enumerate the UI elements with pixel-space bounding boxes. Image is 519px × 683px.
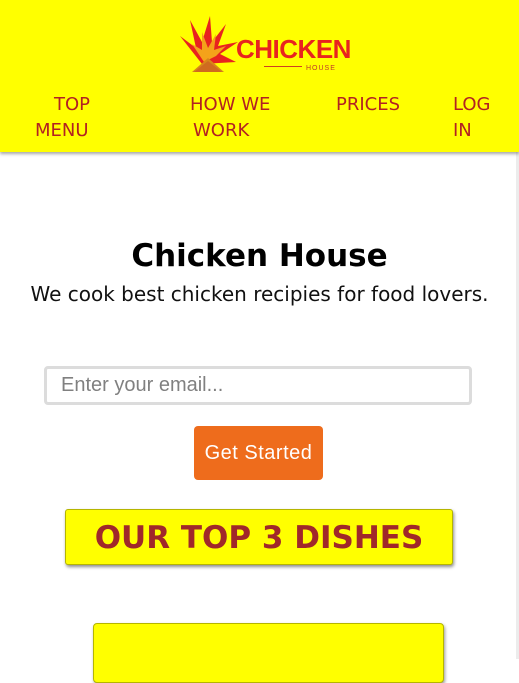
dish-card[interactable] [93, 623, 444, 683]
nav-top-menu-line1: TOP [54, 94, 91, 115]
nav-log-in-line2: IN [453, 120, 472, 141]
nav-how-we-work[interactable]: HOW WE WORK [190, 92, 270, 144]
nav-top-menu[interactable]: TOP MENU [35, 92, 90, 144]
site-header: CHICKEN HOUSE TOP MENU HOW WE WORK PRICE… [0, 0, 519, 152]
get-started-button[interactable]: Get Started [194, 426, 323, 480]
nav-top-menu-line2: MENU [35, 120, 89, 141]
logo-wordmark: CHICKEN [236, 34, 351, 64]
logo-underline [264, 66, 302, 67]
hero-title: Chicken House [131, 238, 388, 274]
nav-prices[interactable]: PRICES [336, 92, 400, 118]
chicken-house-logo[interactable]: CHICKEN HOUSE [172, 14, 351, 76]
nav-how-we-work-line1: HOW WE [190, 94, 271, 115]
top-dishes-banner: OUR TOP 3 DISHES [65, 509, 453, 565]
chicken-flame-logo-icon [180, 16, 238, 72]
email-input[interactable] [44, 366, 472, 405]
hero-subtitle: We cook best chicken recipies for food l… [30, 282, 489, 306]
nav-log-in-line1: LOG [453, 94, 491, 115]
logo-subtitle: HOUSE [306, 65, 336, 72]
nav-log-in[interactable]: LOG IN [453, 92, 491, 144]
nav-how-we-work-line2: WORK [193, 120, 250, 141]
nav-prices-label: PRICES [336, 94, 401, 115]
